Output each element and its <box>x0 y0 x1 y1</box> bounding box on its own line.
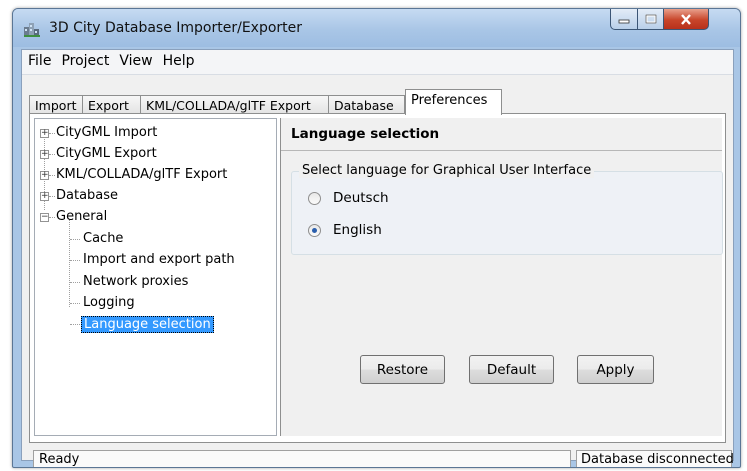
expand-icon[interactable]: + <box>40 129 49 138</box>
maximize-icon <box>645 14 656 24</box>
database-status: Database disconnected <box>576 450 734 467</box>
tree-item-kml-collada-gltf-export[interactable]: KML/COLLADA/glTF Export <box>56 167 227 182</box>
expand-icon[interactable]: + <box>40 171 49 180</box>
menu-project[interactable]: Project <box>55 50 113 74</box>
client-area: File Project View Help Import Export KML… <box>21 49 734 467</box>
tree-item-cache[interactable]: Cache <box>83 231 123 246</box>
tree-item-import-export-path[interactable]: Import and export path <box>83 252 235 267</box>
preferences-panel: + CityGML Import + CityGML Export + KML/… <box>29 113 726 443</box>
radio-button-checked-icon[interactable] <box>308 223 321 237</box>
radio-label: English <box>333 222 382 238</box>
preferences-tree: + CityGML Import + CityGML Export + KML/… <box>34 118 277 436</box>
tree-item-logging[interactable]: Logging <box>83 295 135 310</box>
menu-file[interactable]: File <box>22 50 55 74</box>
title-bar[interactable]: 3D City Database Importer/Exporter <box>13 9 740 47</box>
app-window: 3D City Database Importer/Exporter File … <box>12 8 741 468</box>
tab-import[interactable]: Import <box>29 95 83 114</box>
radio-english[interactable]: English <box>308 222 382 238</box>
radio-label: Deutsch <box>333 190 389 206</box>
restore-button[interactable]: Restore <box>360 355 445 384</box>
tab-preferences[interactable]: Preferences <box>405 89 502 115</box>
collapse-icon[interactable]: − <box>40 213 49 222</box>
tree-item-network-proxies[interactable]: Network proxies <box>83 274 188 289</box>
status-bar: Ready Database disconnected <box>22 448 734 467</box>
tree-item-general[interactable]: General <box>56 209 107 224</box>
tree-item-citygml-import[interactable]: CityGML Import <box>56 125 157 140</box>
tree-item-language-selection[interactable]: Language selection <box>81 316 214 333</box>
tab-database[interactable]: Database <box>328 95 405 114</box>
tab-export[interactable]: Export <box>82 95 141 114</box>
status-message: Ready <box>33 450 571 467</box>
app-icon <box>24 23 40 37</box>
tree-item-database[interactable]: Database <box>56 188 118 203</box>
settings-pane: Language selection Select language for G… <box>280 118 723 436</box>
group-label: Select language for Graphical User Inter… <box>299 163 595 178</box>
radio-button-icon[interactable] <box>308 191 321 205</box>
close-button[interactable] <box>663 9 709 30</box>
menu-view[interactable]: View <box>113 50 156 74</box>
menu-bar: File Project View Help <box>22 50 733 75</box>
expand-icon[interactable]: + <box>40 192 49 201</box>
default-button[interactable]: Default <box>469 355 554 384</box>
tree-item-citygml-export[interactable]: CityGML Export <box>56 146 157 161</box>
section-title: Language selection <box>291 126 440 142</box>
maximize-button[interactable] <box>637 9 664 30</box>
minimize-button[interactable] <box>610 9 638 30</box>
minimize-icon <box>618 19 630 24</box>
expand-icon[interactable]: + <box>40 150 49 159</box>
tab-kml-collada-gltf-export[interactable]: KML/COLLADA/glTF Export <box>140 95 329 114</box>
section-divider <box>281 150 722 151</box>
close-icon <box>681 13 691 25</box>
radio-deutsch[interactable]: Deutsch <box>308 190 389 206</box>
language-group: Select language for Graphical User Inter… <box>291 163 723 255</box>
menu-help[interactable]: Help <box>157 50 199 74</box>
apply-button[interactable]: Apply <box>577 355 654 384</box>
window-title: 3D City Database Importer/Exporter <box>49 20 303 36</box>
